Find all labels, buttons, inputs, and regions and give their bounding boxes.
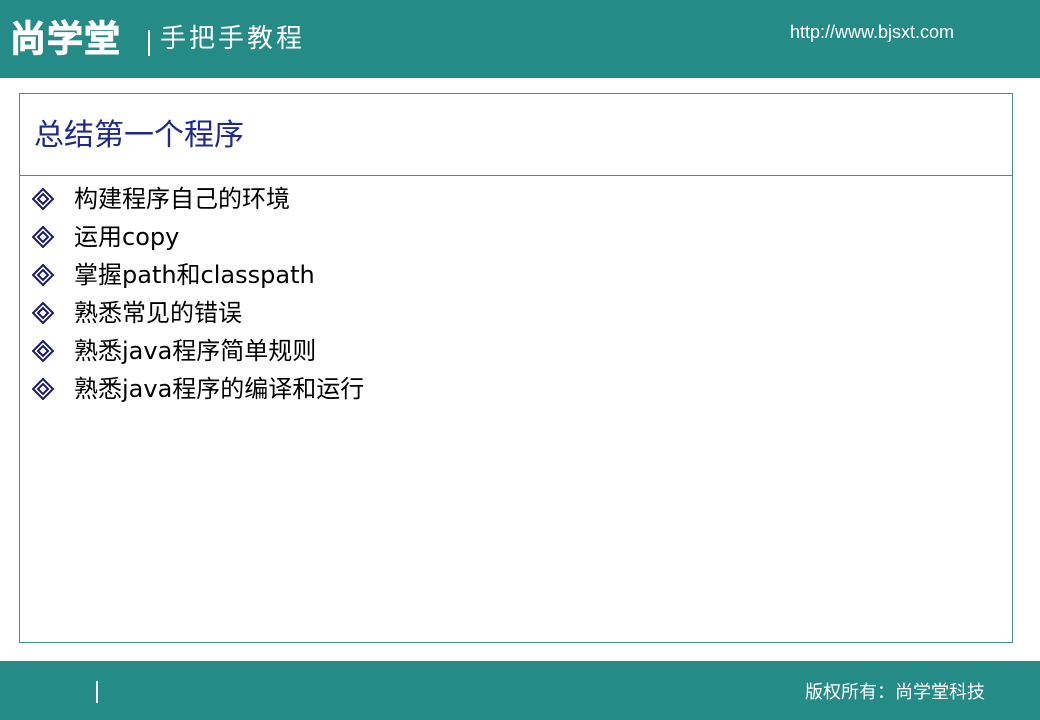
diamond-bullet-icon <box>32 378 54 400</box>
site-url[interactable]: http://www.bjsxt.com <box>790 20 954 44</box>
list-item: 熟悉java程序简单规则 <box>32 332 364 370</box>
list-item: 熟悉java程序的编译和运行 <box>32 370 364 408</box>
bullet-text: 熟悉java程序简单规则 <box>74 337 317 365</box>
header-tagline: 手把手教程 <box>160 24 306 54</box>
list-item: 构建程序自己的环境 <box>32 180 364 218</box>
header-divider <box>148 30 150 56</box>
diamond-bullet-icon <box>32 226 54 248</box>
bullet-text: 熟悉常见的错误 <box>74 299 242 327</box>
bullet-text: 构建程序自己的环境 <box>74 185 290 213</box>
bullet-text: 运用copy <box>74 223 180 251</box>
bullet-list: 构建程序自己的环境 运用copy 掌握path和classpath 熟悉常见的错… <box>32 180 364 408</box>
bullet-text: 掌握path和classpath <box>74 261 315 289</box>
list-item: 运用copy <box>32 218 364 256</box>
list-item: 掌握path和classpath <box>32 256 364 294</box>
slide-panel: 总结第一个程序 构建程序自己的环境 运用copy 掌握path和classpat… <box>19 93 1013 643</box>
footer-divider <box>96 681 98 703</box>
logo: 尚学堂 <box>9 19 122 61</box>
footer-bar: 版权所有：尚学堂科技 <box>0 661 1040 720</box>
title-divider <box>20 175 1012 176</box>
diamond-bullet-icon <box>32 264 54 286</box>
slide-title: 总结第一个程序 <box>34 118 244 153</box>
diamond-bullet-icon <box>32 340 54 362</box>
bullet-text: 熟悉java程序的编译和运行 <box>74 375 365 403</box>
header-bar: 尚学堂 手把手教程 http://www.bjsxt.com <box>0 0 1040 78</box>
copyright-text: 版权所有：尚学堂科技 <box>805 682 985 703</box>
diamond-bullet-icon <box>32 302 54 324</box>
list-item: 熟悉常见的错误 <box>32 294 364 332</box>
diamond-bullet-icon <box>32 188 54 210</box>
